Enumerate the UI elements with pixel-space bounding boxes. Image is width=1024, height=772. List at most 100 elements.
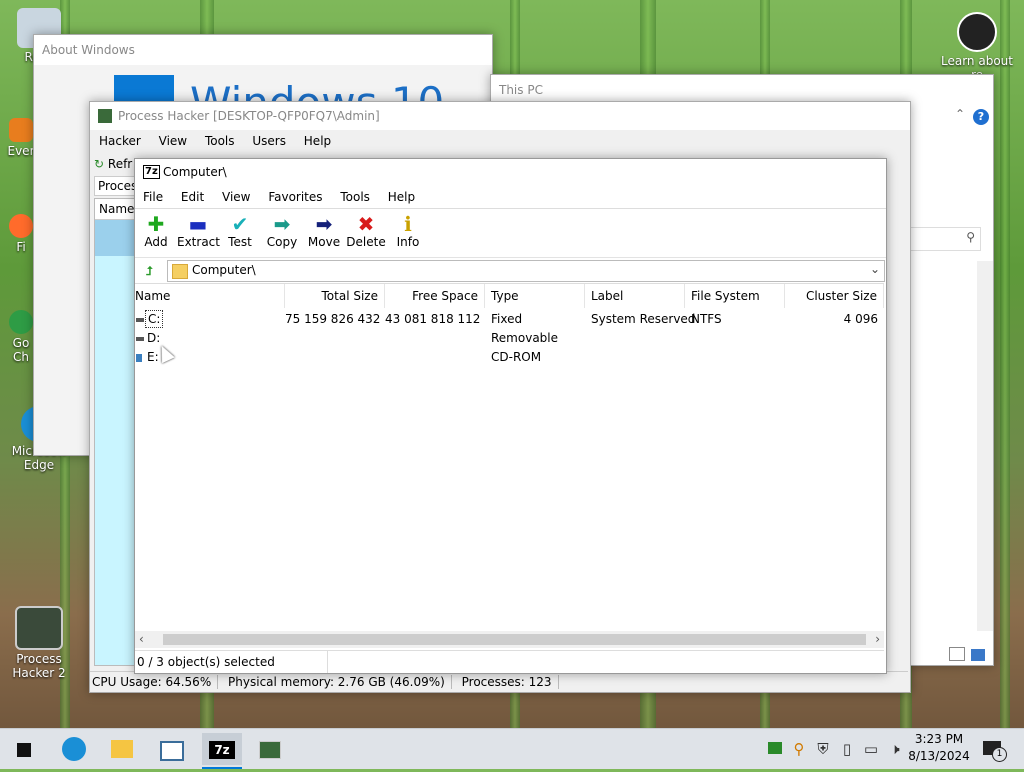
process-hacker-app-icon (98, 109, 112, 123)
delete-icon: ✖ (357, 212, 375, 236)
up-folder-button[interactable]: ⮥ (139, 261, 159, 281)
scroll-thumb[interactable] (163, 634, 866, 645)
add-button[interactable]: ✚ Add (135, 209, 177, 249)
network-icon[interactable]: ▭ (860, 729, 882, 769)
add-icon: ✚ (147, 212, 165, 236)
clock-date: 8/13/2024 (908, 749, 970, 763)
menu-tools[interactable]: Tools (333, 190, 377, 204)
scrollbar[interactable] (977, 261, 993, 631)
column-name[interactable]: Name (95, 199, 137, 220)
table-row[interactable]: E: CD-ROM (135, 348, 884, 367)
menu-tools[interactable]: Tools (198, 134, 242, 148)
window-taskbar-icon (160, 741, 184, 761)
clock-time: 3:23 PM (914, 732, 964, 746)
column-label[interactable]: Label (585, 284, 685, 308)
sevenzip-taskbar-icon: 7z (209, 741, 235, 759)
extract-button[interactable]: ▬ Extract (177, 209, 220, 249)
folder-taskbar-icon (111, 740, 133, 758)
cpu-usage: CPU Usage: 64.56% (90, 675, 219, 689)
volume-muted-icon[interactable]: 🕨 (884, 729, 906, 769)
menu-edit[interactable]: Edit (174, 190, 211, 204)
drive-icon (136, 337, 144, 341)
column-name[interactable]: Name (135, 284, 285, 308)
menu-help[interactable]: Help (381, 190, 422, 204)
menu-file[interactable]: File (136, 190, 170, 204)
column-total-size[interactable]: Total Size (285, 284, 385, 308)
shield-icon[interactable]: ⛨ (812, 729, 834, 769)
refresh-button[interactable]: ↻ Refr (94, 154, 132, 174)
start-button[interactable] (4, 733, 44, 765)
window-title: Process Hacker [DESKTOP-QFP0FQ7\Admin] (118, 109, 380, 123)
drive-icon (136, 354, 142, 362)
menu-favorites[interactable]: Favorites (261, 190, 329, 204)
test-icon: ✔ (231, 212, 249, 236)
extract-icon: ▬ (188, 212, 208, 236)
window-title: Computer\ (163, 165, 227, 179)
test-button[interactable]: ✔ Test (219, 209, 261, 249)
copy-button[interactable]: ➡ Copy (261, 209, 303, 249)
menu-help[interactable]: Help (297, 134, 338, 148)
column-free-space[interactable]: Free Space (385, 284, 485, 308)
menu-users[interactable]: Users (245, 134, 293, 148)
menu-bar: File Edit View Favorites Tools Help (135, 186, 886, 209)
address-text: Computer\ (192, 263, 256, 277)
cell-name: D: (147, 331, 161, 345)
column-type[interactable]: Type (485, 284, 585, 308)
cell-name: C: (145, 310, 164, 328)
taskbar-process-hacker[interactable] (250, 733, 290, 765)
taskbar-7zip[interactable]: 7z (202, 733, 242, 765)
cell-type: Fixed (491, 312, 523, 326)
chevron-up-icon[interactable]: ⌃ (955, 107, 965, 121)
delete-button[interactable]: ✖ Delete (345, 209, 387, 249)
column-cluster-size[interactable]: Cluster Size (785, 284, 884, 308)
tiles-view-icon[interactable] (971, 649, 985, 661)
learn-about-picture-icon[interactable]: Learn about re (940, 12, 1014, 82)
taskbar-about-windows[interactable] (152, 733, 192, 765)
scroll-left-icon[interactable]: ‹ (139, 632, 144, 646)
cell-type: CD-ROM (491, 350, 542, 364)
taskbar-file-explorer[interactable] (102, 733, 142, 765)
horizontal-scrollbar[interactable]: ‹ › (135, 631, 884, 648)
tree-row-selected[interactable] (95, 220, 137, 256)
help-icon[interactable]: ? (973, 109, 989, 125)
clock[interactable]: 3:23 PM 8/13/2024 (906, 731, 972, 765)
cell-file-system: NTFS (691, 312, 722, 326)
selection-status: 0 / 3 object(s) selected (135, 651, 328, 673)
process-hacker-desktop-icon[interactable]: Process Hacker 2 (4, 606, 74, 680)
active-indicator (202, 767, 242, 769)
table-row[interactable]: C: 75 159 826 432 43 081 818 112 Fixed S… (135, 310, 884, 329)
cell-free-space: 43 081 818 112 (385, 312, 481, 326)
process-tree[interactable]: Name (94, 198, 138, 666)
taskbar-edge[interactable] (54, 733, 94, 765)
details-view-icon[interactable] (949, 647, 965, 661)
file-list[interactable]: Name Total Size Free Space Type Label Fi… (135, 283, 884, 648)
sevenzip-window[interactable]: 7z Computer\ File Edit View Favorites To… (134, 158, 887, 674)
action-center-button[interactable]: 1 (980, 737, 1007, 762)
taskbar: 7z ⚲ ⛨ ▯ ▭ 🕨 3:23 PM 8/13/2024 1 (0, 728, 1024, 769)
move-button[interactable]: ➡ Move (303, 209, 345, 249)
table-row[interactable]: D: Removable (135, 329, 884, 348)
sevenzip-app-icon: 7z (143, 165, 160, 179)
chevron-down-icon[interactable]: ⌄ (870, 262, 880, 276)
column-file-system[interactable]: File System (685, 284, 785, 308)
menu-view[interactable]: View (152, 134, 194, 148)
menu-view[interactable]: View (215, 190, 257, 204)
address-field[interactable]: Computer\ ⌄ (167, 260, 885, 282)
battery-icon[interactable]: ▯ (836, 729, 858, 769)
drive-icon (136, 318, 144, 322)
info-button[interactable]: ℹ Info (387, 209, 429, 249)
process-hacker-tray-icon[interactable] (764, 729, 786, 769)
info-icon: ℹ (404, 212, 412, 236)
copy-icon: ➡ (273, 212, 291, 236)
cell-cluster-size: 4 096 (843, 312, 878, 326)
scroll-right-icon[interactable]: › (875, 632, 880, 646)
process-count: Processes: 123 (455, 675, 559, 689)
search-tray-icon[interactable]: ⚲ (788, 729, 810, 769)
search-icon: ⚲ (966, 230, 975, 244)
address-bar-row: ⮥ Computer\ ⌄ (135, 258, 886, 284)
move-icon: ➡ (315, 212, 333, 236)
status-bar: 0 / 3 object(s) selected (135, 650, 884, 673)
notification-count: 1 (992, 747, 1007, 762)
cell-label: System Reserved (591, 312, 696, 326)
menu-hacker[interactable]: Hacker (92, 134, 148, 148)
